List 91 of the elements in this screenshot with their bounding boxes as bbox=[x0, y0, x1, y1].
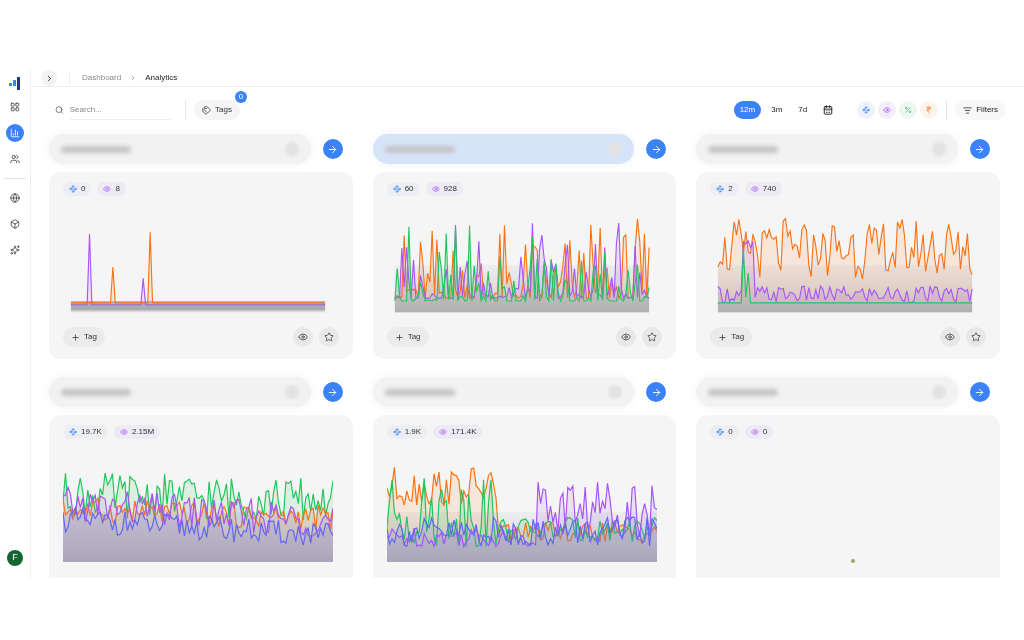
logo-icon bbox=[8, 76, 22, 90]
views-stat: 0 bbox=[744, 425, 774, 439]
blurred-title bbox=[61, 145, 131, 153]
eye-icon bbox=[119, 428, 128, 436]
search-icon bbox=[55, 105, 64, 115]
links-icon bbox=[69, 428, 77, 436]
eye-icon bbox=[883, 106, 892, 114]
links-stat: 1.9K bbox=[386, 425, 428, 439]
links-stat: 19.7K bbox=[63, 425, 108, 439]
metric-toggle[interactable] bbox=[920, 101, 939, 119]
arrow-right-icon bbox=[650, 143, 662, 155]
open-button[interactable] bbox=[322, 382, 343, 402]
add-tag-button[interactable]: Tag bbox=[63, 327, 105, 347]
links-stat: 60 bbox=[386, 182, 420, 196]
open-button[interactable] bbox=[970, 382, 990, 402]
views-stat: 740 bbox=[744, 182, 783, 196]
eye-icon bbox=[945, 332, 955, 342]
open-button[interactable] bbox=[646, 139, 667, 159]
metric-toggle[interactable] bbox=[857, 101, 876, 119]
globe-icon bbox=[10, 193, 20, 203]
blurred-title bbox=[384, 388, 455, 396]
open-button[interactable] bbox=[322, 139, 343, 159]
metric-toggle[interactable] bbox=[878, 101, 897, 119]
eye-icon bbox=[750, 185, 759, 193]
views-stat: 928 bbox=[425, 182, 463, 196]
arrow-right-icon bbox=[650, 386, 662, 398]
open-button[interactable] bbox=[646, 382, 667, 402]
views-stat: 171.4K bbox=[433, 425, 483, 439]
grid-icon bbox=[10, 102, 20, 112]
star-icon bbox=[971, 332, 981, 342]
sidebar-item[interactable] bbox=[6, 124, 24, 142]
star-icon bbox=[647, 332, 658, 342]
links-icon bbox=[716, 428, 725, 436]
links-stat: 0 bbox=[63, 182, 92, 196]
calendar-icon bbox=[823, 105, 834, 115]
eye-icon bbox=[750, 428, 759, 436]
filter-icon bbox=[963, 105, 973, 115]
links-stat: 0 bbox=[710, 425, 739, 439]
breadcrumb-current: Analytics bbox=[145, 72, 178, 84]
eye-icon bbox=[297, 332, 308, 342]
plus-icon bbox=[71, 332, 80, 342]
view-button[interactable] bbox=[292, 327, 313, 347]
views-stat: 2.15M bbox=[113, 425, 161, 439]
views-stat: 8 bbox=[97, 182, 126, 196]
links-icon bbox=[69, 185, 77, 193]
blurred-title bbox=[708, 388, 779, 396]
add-tag-button[interactable]: Tag bbox=[386, 327, 429, 347]
links-icon bbox=[716, 185, 725, 193]
arrow-right-icon bbox=[327, 386, 339, 398]
dot-icon bbox=[851, 559, 856, 563]
tags-icon bbox=[202, 105, 211, 115]
arrow-right-icon bbox=[327, 143, 339, 155]
period-tab[interactable]: 3m bbox=[765, 101, 789, 119]
metric-toggle[interactable] bbox=[899, 101, 918, 119]
tags-button[interactable]: Tags bbox=[194, 100, 240, 120]
search-field[interactable]: Search... bbox=[69, 100, 171, 120]
eye-icon bbox=[103, 185, 112, 193]
star-button[interactable] bbox=[318, 327, 339, 347]
period-tab[interactable]: 7d bbox=[792, 101, 814, 119]
eye-icon bbox=[431, 185, 440, 193]
eye-icon bbox=[621, 332, 632, 342]
star-button[interactable] bbox=[642, 327, 663, 347]
count-badge: 0 bbox=[234, 91, 247, 103]
breadcrumb-link[interactable]: Dashboard bbox=[82, 72, 122, 84]
star-button[interactable] bbox=[966, 327, 986, 347]
percent-icon bbox=[904, 106, 913, 114]
arrow-right-icon bbox=[974, 143, 986, 155]
avatar[interactable]: F bbox=[7, 550, 23, 566]
links-icon bbox=[392, 428, 401, 436]
open-button[interactable] bbox=[970, 139, 990, 159]
blurred-title bbox=[61, 388, 131, 396]
blurred-title bbox=[384, 145, 455, 153]
links-icon bbox=[392, 185, 401, 193]
period-tab[interactable]: 12m bbox=[733, 101, 762, 119]
view-button[interactable] bbox=[940, 327, 960, 347]
currency-icon bbox=[925, 106, 934, 114]
arrow-right-icon bbox=[974, 386, 986, 398]
sparkles-icon bbox=[10, 245, 20, 255]
eye-icon bbox=[439, 428, 448, 436]
star-icon bbox=[323, 332, 334, 342]
plus-icon bbox=[718, 332, 728, 342]
add-tag-button[interactable]: Tag bbox=[710, 327, 753, 347]
links-stat: 2 bbox=[710, 182, 739, 196]
box-icon bbox=[10, 219, 20, 229]
plus-icon bbox=[394, 332, 404, 342]
filters-button[interactable]: Filters bbox=[955, 100, 1006, 120]
links-icon bbox=[862, 106, 871, 114]
bar-chart-icon bbox=[10, 128, 20, 138]
view-button[interactable] bbox=[616, 327, 637, 347]
users-icon bbox=[10, 154, 20, 164]
blurred-title bbox=[708, 145, 779, 153]
